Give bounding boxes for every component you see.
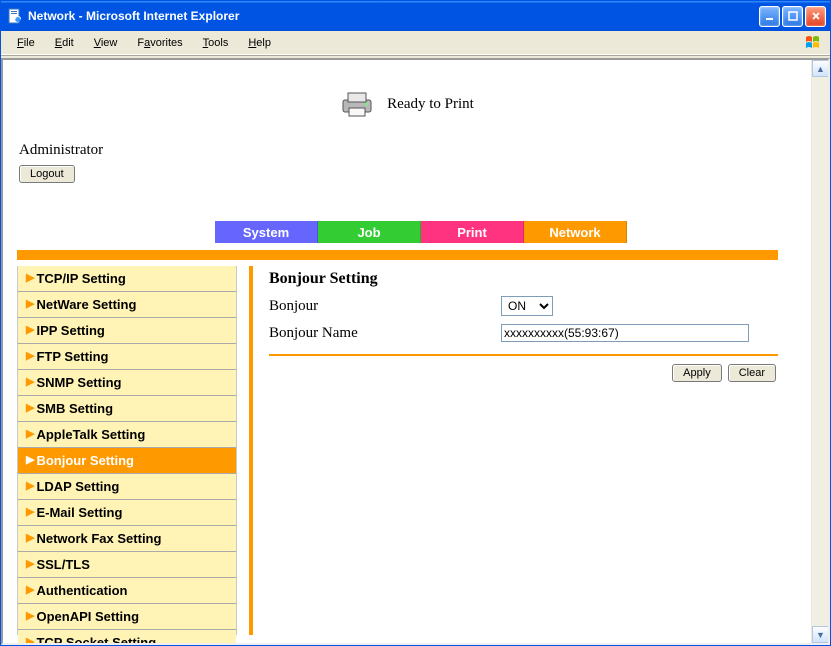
- sidebar-item[interactable]: ▶TCP/IP Setting: [18, 266, 236, 292]
- main-row: ▶TCP/IP Setting▶NetWare Setting▶IPP Sett…: [17, 266, 778, 635]
- printer-icon: [339, 90, 375, 118]
- triangle-right-icon: ▶: [26, 481, 34, 492]
- content-area: Ready to Print Administrator Logout Syst…: [1, 58, 830, 645]
- bonjour-name-label: Bonjour Name: [269, 325, 501, 342]
- sidebar-item-label: TCP Socket Setting: [36, 635, 156, 643]
- triangle-right-icon: ▶: [26, 559, 34, 570]
- sidebar-item[interactable]: ▶SMB Setting: [18, 396, 236, 422]
- menubar: File Edit View Favorites Tools Help: [1, 31, 830, 55]
- sidebar-item-label: OpenAPI Setting: [36, 609, 139, 624]
- tab-job[interactable]: Job: [318, 221, 421, 243]
- sidebar-item[interactable]: ▶FTP Setting: [18, 344, 236, 370]
- triangle-right-icon: ▶: [26, 351, 34, 362]
- tab-print[interactable]: Print: [421, 221, 524, 243]
- menu-help[interactable]: Help: [240, 35, 279, 51]
- clear-button[interactable]: Clear: [728, 364, 776, 382]
- sidebar-item[interactable]: ▶AppleTalk Setting: [18, 422, 236, 448]
- status-text: Ready to Print: [387, 96, 474, 113]
- triangle-right-icon: ▶: [26, 455, 34, 466]
- detail-divider: [269, 354, 778, 356]
- user-role-label: Administrator: [19, 142, 806, 159]
- sidebar-item[interactable]: ▶OpenAPI Setting: [18, 604, 236, 630]
- sidebar-item[interactable]: ▶SSL/TLS: [18, 552, 236, 578]
- window-controls: [759, 6, 826, 27]
- apply-button[interactable]: Apply: [672, 364, 722, 382]
- menu-tools[interactable]: Tools: [195, 35, 237, 51]
- sidebar-item[interactable]: ▶SNMP Setting: [18, 370, 236, 396]
- sidebar-item-label: AppleTalk Setting: [36, 427, 145, 442]
- window-title: Network - Microsoft Internet Explorer: [28, 9, 759, 23]
- sidebar-item[interactable]: ▶LDAP Setting: [18, 474, 236, 500]
- sidebar-item-label: LDAP Setting: [36, 479, 119, 494]
- sidebar-item-label: FTP Setting: [36, 349, 108, 364]
- sidebar-item-label: IPP Setting: [36, 323, 104, 338]
- titlebar: Network - Microsoft Internet Explorer: [1, 1, 830, 31]
- sidebar-item-label: E-Mail Setting: [36, 505, 122, 520]
- scroll-track[interactable]: [812, 77, 828, 626]
- divider-bar: [17, 250, 778, 260]
- sidebar-item-label: Bonjour Setting: [36, 453, 134, 468]
- triangle-right-icon: ▶: [26, 429, 34, 440]
- menu-edit[interactable]: Edit: [47, 35, 82, 51]
- top-tabs: System Job Print Network: [215, 221, 627, 243]
- ie-page-icon: [7, 8, 23, 24]
- window: Network - Microsoft Internet Explorer Fi…: [0, 0, 831, 646]
- detail-panel: Bonjour Setting Bonjour ONOFF Bonjour Na…: [269, 266, 778, 635]
- close-button[interactable]: [805, 6, 826, 27]
- sidebar-item-label: TCP/IP Setting: [36, 271, 125, 286]
- sidebar-item[interactable]: ▶Network Fax Setting: [18, 526, 236, 552]
- triangle-right-icon: ▶: [26, 507, 34, 518]
- sidebar-item-label: Network Fax Setting: [36, 531, 161, 546]
- sidebar-item-label: SMB Setting: [36, 401, 113, 416]
- sidebar-item[interactable]: ▶TCP Socket Setting: [18, 630, 236, 643]
- triangle-right-icon: ▶: [26, 377, 34, 388]
- scroll-up-button[interactable]: ▲: [812, 60, 829, 77]
- status-row: Ready to Print: [7, 90, 806, 118]
- vertical-divider: [249, 266, 253, 635]
- vertical-scrollbar[interactable]: ▲ ▼: [811, 60, 828, 643]
- bonjour-name-input[interactable]: [501, 324, 749, 342]
- menu-view[interactable]: View: [86, 35, 126, 51]
- sidebar-item[interactable]: ▶Bonjour Setting: [18, 448, 236, 474]
- triangle-right-icon: ▶: [26, 611, 34, 622]
- logout-button[interactable]: Logout: [19, 165, 75, 183]
- menu-favorites[interactable]: Favorites: [129, 35, 190, 51]
- menu-file[interactable]: File: [9, 35, 43, 51]
- triangle-right-icon: ▶: [26, 533, 34, 544]
- triangle-right-icon: ▶: [26, 637, 34, 643]
- sidebar-item-label: Authentication: [36, 583, 127, 598]
- triangle-right-icon: ▶: [26, 325, 34, 336]
- maximize-button[interactable]: [782, 6, 803, 27]
- bonjour-label: Bonjour: [269, 298, 501, 315]
- tab-network[interactable]: Network: [524, 221, 627, 243]
- row-bonjour-name: Bonjour Name: [269, 324, 778, 342]
- sidebar-item[interactable]: ▶E-Mail Setting: [18, 500, 236, 526]
- sidebar-item-label: NetWare Setting: [36, 297, 136, 312]
- sidebar-item[interactable]: ▶Authentication: [18, 578, 236, 604]
- bonjour-select[interactable]: ONOFF: [501, 296, 553, 316]
- sidebar-item[interactable]: ▶IPP Setting: [18, 318, 236, 344]
- button-row: Apply Clear: [269, 364, 778, 382]
- scroll-down-button[interactable]: ▼: [812, 626, 829, 643]
- sidebar: ▶TCP/IP Setting▶NetWare Setting▶IPP Sett…: [17, 266, 237, 635]
- sidebar-item-label: SNMP Setting: [36, 375, 121, 390]
- row-bonjour: Bonjour ONOFF: [269, 296, 778, 316]
- minimize-button[interactable]: [759, 6, 780, 27]
- detail-heading: Bonjour Setting: [269, 270, 778, 288]
- tab-system[interactable]: System: [215, 221, 318, 243]
- sidebar-item[interactable]: ▶NetWare Setting: [18, 292, 236, 318]
- windows-logo-icon: [804, 34, 822, 52]
- triangle-right-icon: ▶: [26, 403, 34, 414]
- sidebar-item-label: SSL/TLS: [36, 557, 89, 572]
- triangle-right-icon: ▶: [26, 299, 34, 310]
- triangle-right-icon: ▶: [26, 273, 34, 284]
- triangle-right-icon: ▶: [26, 585, 34, 596]
- page: Ready to Print Administrator Logout Syst…: [3, 60, 810, 187]
